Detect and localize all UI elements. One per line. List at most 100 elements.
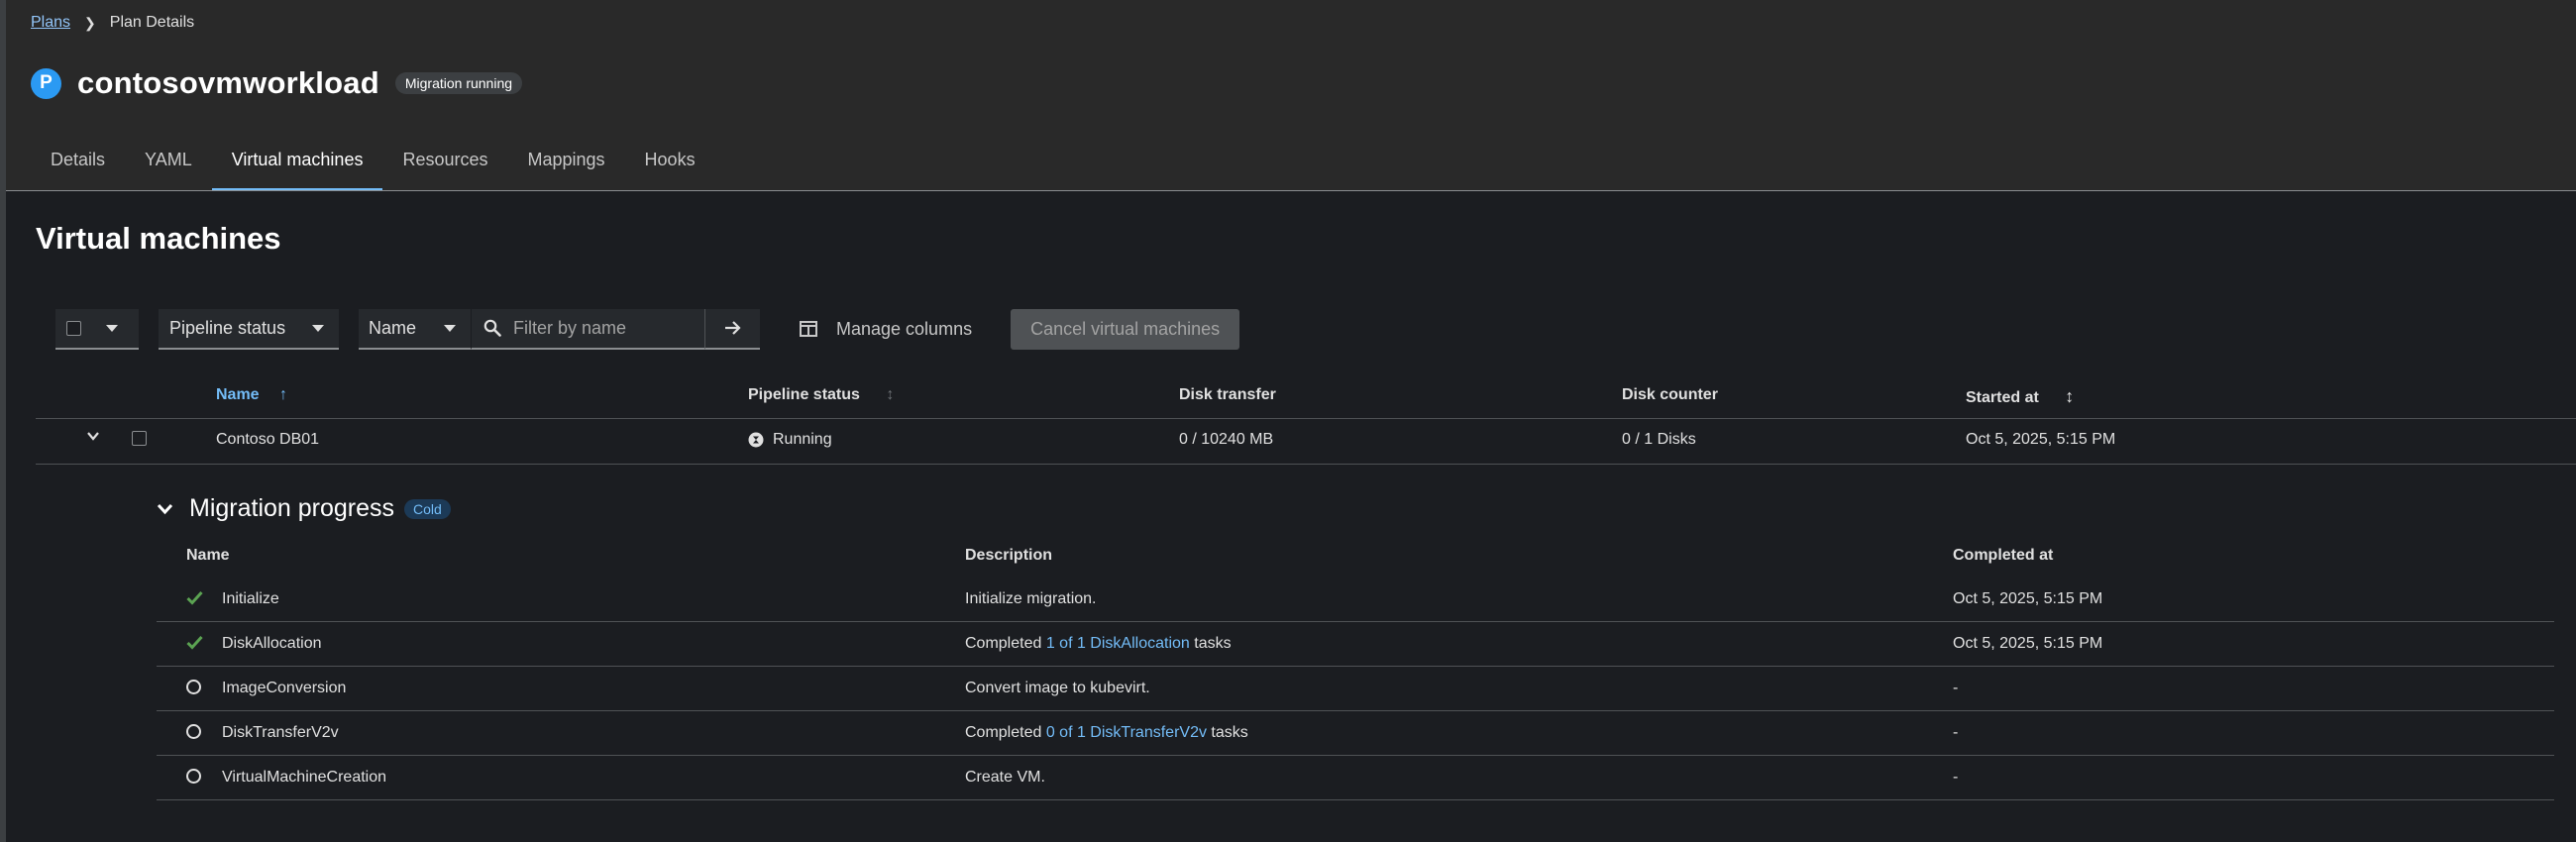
disk-transfer-value: 0 / 10240 MB: [1179, 431, 1274, 448]
pending-circle-icon: [186, 724, 201, 744]
migration-progress-toggle[interactable]: Migration progress Cold: [157, 494, 451, 523]
manage-columns-label: Manage columns: [836, 318, 973, 339]
list-item: DiskTransferV2v Completed 0 of 1 DiskTran…: [157, 711, 2554, 756]
pipeline-status-filter[interactable]: Pipeline status: [159, 308, 339, 350]
table-row: Contoso DB01 Running 0 / 10240 MB 0 / 1 …: [36, 419, 2576, 465]
step-name: Initialize: [222, 590, 279, 607]
tab-hooks[interactable]: Hooks: [625, 145, 715, 190]
attribute-select[interactable]: Name: [359, 308, 471, 350]
step-completed-at: -: [1953, 769, 1959, 786]
step-completed-at: -: [1953, 680, 1959, 696]
step-description: Convert image to kubevirt.: [965, 680, 1150, 697]
step-description: Completed 0 of 1 DiskTransferV2v tasks: [965, 724, 1248, 742]
expand-toggle[interactable]: [86, 429, 100, 448]
disk-counter-value: 0 / 1 Disks: [1622, 431, 1696, 448]
column-header-name[interactable]: Name ↑: [216, 386, 287, 404]
status-badge: Migration running: [394, 72, 523, 94]
check-icon: [186, 590, 203, 610]
tab-details[interactable]: Details: [31, 145, 125, 190]
step-tasks-link[interactable]: 0 of 1 DiskTransferV2v: [1046, 724, 1207, 741]
step-description-text: Initialize migration.: [965, 590, 1097, 607]
step-description-text: Completed: [965, 724, 1042, 741]
step-description-suffix: tasks: [1194, 635, 1232, 652]
migration-progress-title: Migration progress: [189, 494, 395, 522]
step-name: DiskTransferV2v: [222, 724, 339, 741]
list-item: Initialize Initialize migration. Oct 5, 20…: [157, 578, 2554, 622]
column-header-disk-transfer: Disk transfer: [1179, 386, 1276, 403]
column-header-pipeline-status[interactable]: Pipeline status ↕: [748, 386, 894, 404]
breadcrumb: Plans ❯ Plan Details: [31, 14, 194, 32]
vm-name: Contoso DB01: [216, 431, 320, 448]
step-column-description: Description: [965, 547, 1053, 564]
table-header: Name ↑ Pipeline status ↕ Disk transfer D…: [36, 373, 2576, 419]
running-status-icon: [748, 432, 764, 448]
search-submit-button[interactable]: [704, 308, 760, 350]
chevron-down-icon: [157, 503, 173, 515]
list-item: DiskAllocation Completed 1 of 1 DiskAlloc…: [157, 622, 2554, 667]
step-name: VirtualMachineCreation: [222, 769, 387, 786]
search-icon: [483, 319, 501, 337]
step-column-name: Name: [186, 547, 230, 564]
step-description: Initialize migration.: [965, 590, 1097, 608]
step-description-text: Convert image to kubevirt.: [965, 680, 1150, 696]
sort-icon: ↕: [886, 386, 895, 403]
step-completed-at: Oct 5, 2025, 5:15 PM: [1953, 590, 2103, 607]
caret-down-icon: [444, 324, 457, 332]
column-header-disk-counter: Disk counter: [1622, 386, 1718, 403]
step-completed-at: Oct 5, 2025, 5:15 PM: [1953, 635, 2103, 652]
page-title: contosovmworkload: [77, 65, 379, 100]
bulk-select-checkbox[interactable]: [66, 320, 81, 336]
column-header-started-at[interactable]: Started at ↕: [1966, 386, 2074, 407]
attribute-select-label: Name: [369, 317, 417, 338]
column-header-name-label: Name: [216, 386, 260, 403]
list-item: ImageConversion Convert image to kubevirt…: [157, 667, 2554, 711]
column-header-pipeline-status-label: Pipeline status: [748, 386, 860, 403]
breadcrumb-plans-link[interactable]: Plans: [31, 14, 70, 32]
tab-mappings[interactable]: Mappings: [508, 145, 625, 190]
step-tasks-link[interactable]: 1 of 1 DiskAllocation: [1046, 635, 1190, 652]
pipeline-status-cell: Running: [748, 431, 832, 449]
arrow-right-icon: [724, 321, 741, 335]
step-description: Completed 1 of 1 DiskAllocation tasks: [965, 635, 1232, 653]
step-description: Create VM.: [965, 769, 1045, 787]
section-title: Virtual machines: [36, 221, 281, 256]
tab-yaml[interactable]: YAML: [125, 145, 212, 190]
column-header-started-at-label: Started at: [1966, 389, 2039, 406]
toolbar: Pipeline status Name Filter by name Mana…: [55, 308, 1240, 350]
pending-circle-icon: [186, 680, 201, 699]
list-item: VirtualMachineCreation Create VM. -: [157, 756, 2554, 800]
manage-columns-button[interactable]: Manage columns: [800, 309, 972, 350]
search-placeholder: Filter by name: [513, 317, 627, 338]
tab-resources[interactable]: Resources: [382, 145, 507, 190]
columns-icon: [800, 321, 817, 337]
pending-circle-icon: [186, 769, 201, 789]
started-at-value: Oct 5, 2025, 5:15 PM: [1966, 431, 2116, 448]
step-description-text: Create VM.: [965, 769, 1045, 786]
sort-icon: ↕: [2065, 386, 2075, 406]
migration-type-badge: Cold: [404, 498, 451, 519]
step-name: DiskAllocation: [222, 635, 322, 652]
caret-down-icon: [312, 324, 325, 332]
search-input[interactable]: Filter by name: [471, 308, 704, 350]
breadcrumb-current: Plan Details: [109, 14, 195, 31]
bulk-select-dropdown[interactable]: [55, 308, 139, 350]
check-icon: [186, 635, 203, 655]
step-column-completed-at: Completed at: [1953, 547, 2054, 564]
title-row: P contosovmworkload Migration running: [31, 65, 523, 101]
step-description-text: Completed: [965, 635, 1042, 652]
tab-virtual-machines[interactable]: Virtual machines: [211, 145, 383, 191]
tab-bar: Details YAML Virtual machines Resources …: [31, 145, 715, 191]
pipeline-status-filter-label: Pipeline status: [169, 317, 286, 338]
cancel-vms-button[interactable]: Cancel virtual machines: [1011, 308, 1240, 350]
step-completed-at: -: [1953, 724, 1959, 741]
left-border: [0, 0, 6, 842]
chevron-right-icon: ❯: [84, 14, 96, 31]
row-select-checkbox[interactable]: [132, 431, 147, 446]
step-name: ImageConversion: [222, 680, 347, 696]
chevron-down-icon: [87, 432, 99, 441]
plan-type-badge: P: [31, 67, 61, 99]
caret-down-icon: [106, 324, 118, 332]
step-description-suffix: tasks: [1211, 724, 1248, 741]
pipeline-status-text: Running: [773, 431, 832, 448]
sort-ascending-icon: ↑: [279, 386, 288, 403]
